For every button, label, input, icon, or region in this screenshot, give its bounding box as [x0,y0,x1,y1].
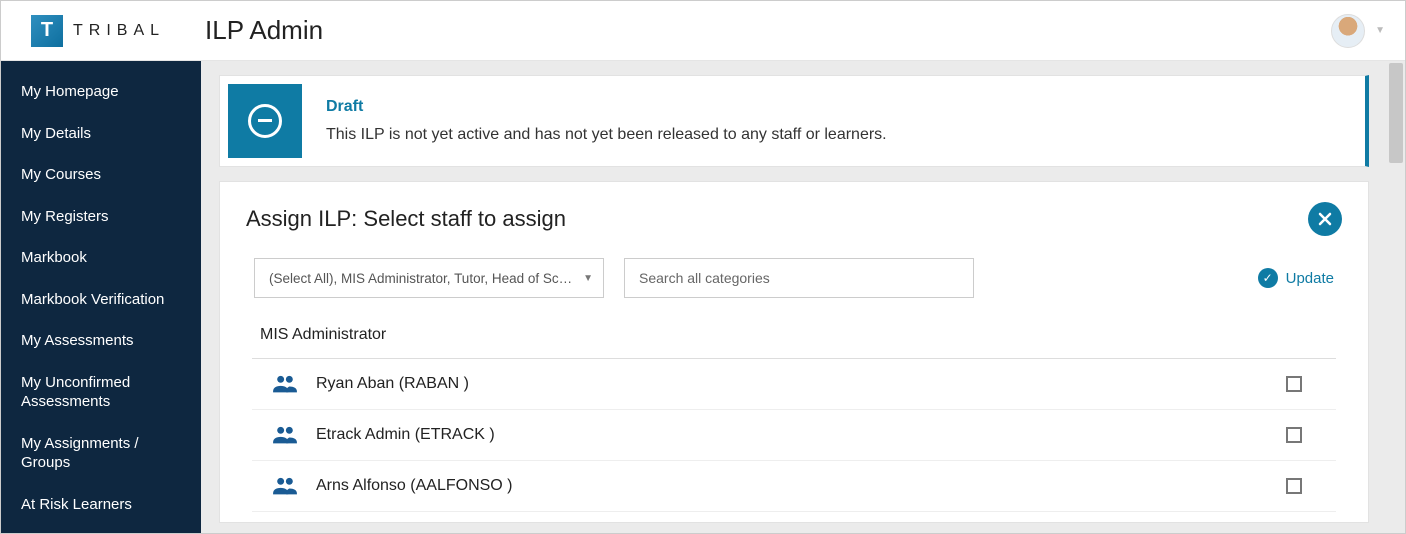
sidebar-item-at-risk-learners[interactable]: At Risk Learners [1,484,201,526]
avatar-menu-caret-icon[interactable]: ▼ [1375,25,1385,36]
status-title: Draft [326,98,887,116]
search-input[interactable] [624,258,974,298]
chevron-down-icon: ▼ [583,273,593,284]
assign-title: Assign ILP: Select staff to assign [246,206,1308,232]
sidebar-item-markbook-verification[interactable]: Markbook Verification [1,279,201,321]
page-title: ILP Admin [205,15,323,46]
status-card: Draft This ILP is not yet active and has… [219,75,1369,167]
check-circle-icon: ✓ [1258,268,1278,288]
scrollbar[interactable] [1389,63,1403,163]
sidebar: My Homepage My Details My Courses My Reg… [1,61,201,533]
staff-group-title: MIS Administrator [252,318,1336,359]
assign-card: Assign ILP: Select staff to assign (Sele… [219,181,1369,523]
close-button[interactable] [1308,202,1342,236]
close-icon [1317,211,1333,227]
people-icon [272,426,298,443]
update-button[interactable]: ✓ Update [1258,268,1334,288]
sidebar-item-my-courses[interactable]: My Courses [1,154,201,196]
filter-row: (Select All), MIS Administrator, Tutor, … [246,258,1342,318]
topbar: T TRIBAL ILP Admin ▼ [1,1,1405,61]
avatar[interactable] [1331,14,1365,48]
brand-logo-text: TRIBAL [73,22,165,40]
sidebar-item-my-homepage[interactable]: My Homepage [1,71,201,113]
draft-minus-icon [248,104,282,138]
status-description: This ILP is not yet active and has not y… [326,126,887,144]
sidebar-item-my-unconfirmed-assessments[interactable]: My Unconfirmed Assessments [1,362,201,423]
status-icon-wrap [228,84,302,158]
brand-logo-icon: T [31,15,63,47]
sidebar-item-my-assignments-groups[interactable]: My Assignments / Groups [1,423,201,484]
staff-row[interactable]: Arns Alfonso (AALFONSO ) [252,461,1336,512]
update-label: Update [1286,270,1334,287]
sidebar-item-markbook[interactable]: Markbook [1,237,201,279]
people-icon [272,477,298,494]
staff-row[interactable]: Ryan Aban (RABAN ) [252,359,1336,410]
category-select[interactable]: (Select All), MIS Administrator, Tutor, … [254,258,604,298]
sidebar-item-my-registers[interactable]: My Registers [1,196,201,238]
people-icon [272,375,298,392]
staff-row[interactable]: Etrack Admin (ETRACK ) [252,410,1336,461]
staff-name: Etrack Admin (ETRACK ) [316,426,1286,444]
staff-checkbox[interactable] [1286,427,1302,443]
category-select-value: (Select All), MIS Administrator, Tutor, … [269,271,575,286]
sidebar-item-my-details[interactable]: My Details [1,113,201,155]
staff-name: Ryan Aban (RABAN ) [316,375,1286,393]
main-content: Draft This ILP is not yet active and has… [201,61,1405,533]
staff-checkbox[interactable] [1286,478,1302,494]
staff-checkbox[interactable] [1286,376,1302,392]
staff-name: Arns Alfonso (AALFONSO ) [316,477,1286,495]
sidebar-item-my-assessments[interactable]: My Assessments [1,320,201,362]
